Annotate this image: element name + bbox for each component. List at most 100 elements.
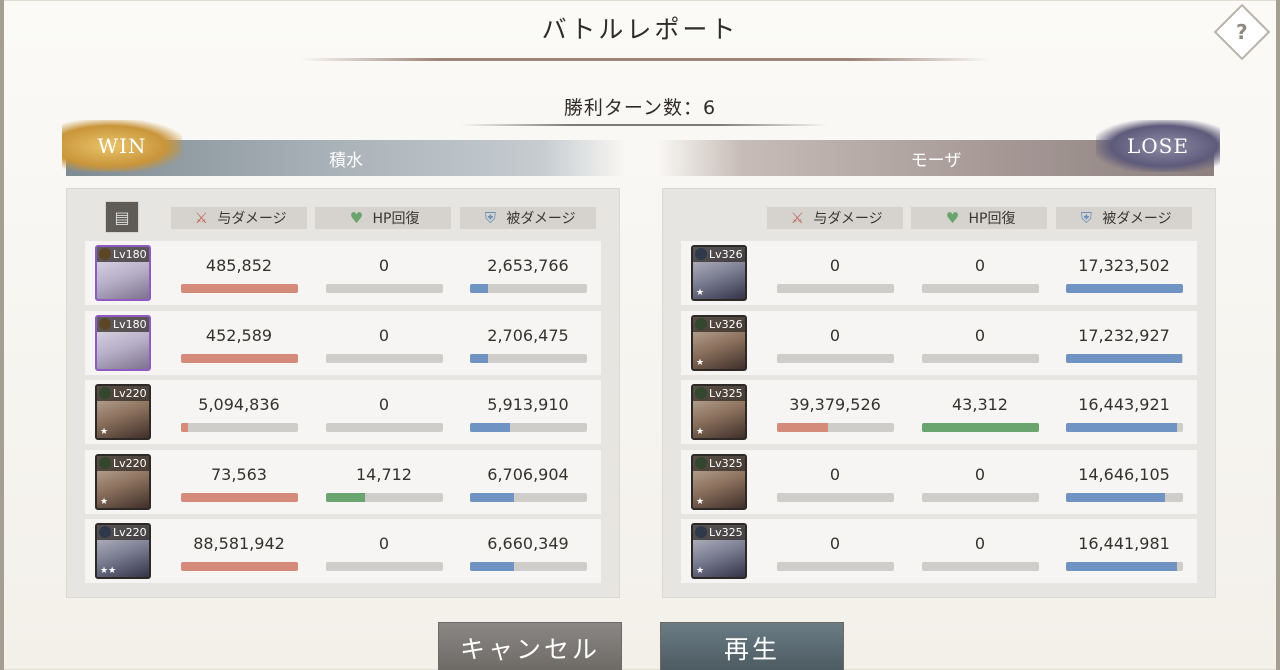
stat-taken: 6,660,349	[460, 519, 596, 583]
sword-icon: ⚔	[790, 209, 805, 227]
character-portrait[interactable]: Lv180	[95, 245, 151, 301]
character-portrait[interactable]: Lv220 ★	[95, 453, 151, 510]
taken-value: 14,646,105	[1078, 464, 1170, 484]
rarity-stars: ★	[696, 566, 705, 576]
level-label: Lv180	[97, 316, 149, 332]
stat-dealt: 0	[767, 519, 903, 583]
dealt-value: 0	[829, 256, 841, 275]
stat-dealt: 0	[767, 311, 903, 375]
dealt-bar	[777, 423, 894, 432]
stat-taken: 6,706,904	[460, 450, 596, 514]
header-hp-recovery: ♥ HP回復	[315, 207, 451, 229]
level-label: Lv326	[693, 316, 745, 332]
healed-value: 0	[974, 534, 986, 553]
stat-dealt: 73,563	[171, 450, 307, 514]
taken-value: 6,706,904	[487, 464, 569, 484]
dealt-bar-fill	[181, 492, 298, 502]
character-portrait[interactable]: Lv220 ★★	[95, 523, 151, 579]
character-portrait[interactable]: Lv220 ★	[95, 384, 151, 440]
stat-dealt: 88,581,942	[171, 519, 307, 583]
character-portrait[interactable]: Lv325 ★	[691, 523, 747, 579]
play-button[interactable]: 再生	[660, 622, 844, 670]
stat-taken: 5,913,910	[460, 380, 596, 444]
dealt-bar-fill	[181, 284, 298, 293]
taken-bar-fill	[1066, 353, 1182, 363]
character-portrait[interactable]: Lv325 ★	[691, 384, 747, 440]
member-row: Lv220 ★★ 88,581,942 0 6,660,349	[85, 519, 601, 583]
dealt-bar-fill	[181, 353, 298, 363]
character-portrait[interactable]: Lv326 ★	[691, 245, 747, 301]
dealt-value: 39,379,526	[789, 395, 881, 414]
dealt-value: 0	[829, 464, 841, 484]
stat-dealt: 39,379,526	[767, 380, 903, 444]
header-hp-recovery: ♥ HP回復	[911, 207, 1047, 229]
taken-bar	[1066, 423, 1183, 432]
dealt-value: 5,094,836	[198, 395, 280, 414]
stat-taken: 16,441,981	[1056, 519, 1192, 583]
taken-value: 5,913,910	[487, 395, 569, 414]
taken-bar-fill	[470, 423, 510, 432]
member-row: Lv325 ★ 39,379,526 43,312 16,443,921	[681, 380, 1197, 444]
healed-value: 0	[378, 395, 390, 414]
stat-dealt: 5,094,836	[171, 380, 307, 444]
stat-dealt: 485,852	[171, 241, 307, 305]
taken-value: 6,660,349	[487, 534, 569, 553]
level-label: Lv220	[97, 455, 149, 471]
member-row: Lv326 ★ 0 0 17,232,927	[681, 310, 1197, 375]
header-damage-dealt: ⚔ 与ダメージ	[767, 207, 903, 229]
level-label: Lv220	[97, 525, 149, 540]
taken-bar-fill	[470, 284, 488, 293]
dealt-bar	[777, 492, 894, 502]
dealt-bar-fill	[181, 562, 298, 571]
question-icon: ?	[1236, 19, 1248, 44]
healed-bar	[326, 492, 443, 502]
member-row: Lv325 ★ 0 0 14,646,105	[681, 449, 1197, 514]
dealt-bar	[181, 423, 298, 432]
dealt-bar	[181, 353, 298, 363]
level-label: Lv220	[97, 386, 149, 401]
stat-taken: 2,706,475	[460, 311, 596, 375]
right-team-panel: ⚔ 与ダメージ ♥ HP回復 ⛨ 被ダメージ Lv326 ★ 0 0 17,323,502 Lv…	[662, 188, 1216, 598]
shield-icon: ⛨	[1080, 209, 1092, 227]
dealt-bar	[181, 492, 298, 502]
stat-healed: 0	[316, 311, 452, 375]
rarity-stars: ★★	[100, 566, 117, 576]
cancel-button[interactable]: キャンセル	[438, 622, 622, 670]
stat-healed: 0	[316, 241, 452, 305]
healed-value: 0	[378, 534, 390, 553]
level-label: Lv325	[693, 455, 745, 471]
stat-taken: 16,443,921	[1056, 380, 1192, 444]
stat-healed: 0	[316, 380, 452, 444]
taken-bar	[470, 423, 587, 432]
dealt-value: 0	[829, 534, 841, 553]
healed-bar	[922, 562, 1039, 571]
character-portrait[interactable]: Lv180	[95, 314, 151, 371]
member-row: Lv220 ★ 73,563 14,712 6,706,904	[85, 449, 601, 514]
header-damage-taken: ⛨ 被ダメージ	[460, 207, 596, 229]
stat-healed: 43,312	[912, 380, 1048, 444]
dealt-value: 0	[829, 325, 841, 345]
taken-bar	[1066, 562, 1183, 571]
rarity-stars: ★	[100, 496, 109, 507]
healed-value: 43,312	[952, 395, 1008, 414]
character-portrait[interactable]: Lv325 ★	[691, 453, 747, 510]
taken-bar-fill	[1066, 562, 1178, 571]
member-row: Lv180 452,589 0 2,706,475	[85, 310, 601, 375]
healed-bar	[922, 353, 1039, 363]
healed-bar	[326, 284, 443, 293]
dealt-bar	[777, 353, 894, 363]
healed-value: 0	[974, 256, 986, 275]
level-label: Lv180	[97, 247, 149, 262]
taken-bar	[470, 284, 587, 293]
taken-bar	[1066, 284, 1183, 293]
page-title: バトルレポート	[541, 15, 739, 44]
dealt-bar-fill	[777, 423, 829, 432]
dealt-value: 88,581,942	[193, 534, 285, 553]
stat-taken: 2,653,766	[460, 241, 596, 305]
document-icon[interactable]: ▤	[105, 201, 139, 233]
healed-bar	[326, 562, 443, 571]
taken-bar-fill	[1066, 492, 1166, 502]
victory-turns: 勝利ターン数：6	[563, 97, 717, 119]
stat-taken: 17,232,927	[1056, 311, 1192, 375]
character-portrait[interactable]: Lv326 ★	[691, 314, 747, 371]
